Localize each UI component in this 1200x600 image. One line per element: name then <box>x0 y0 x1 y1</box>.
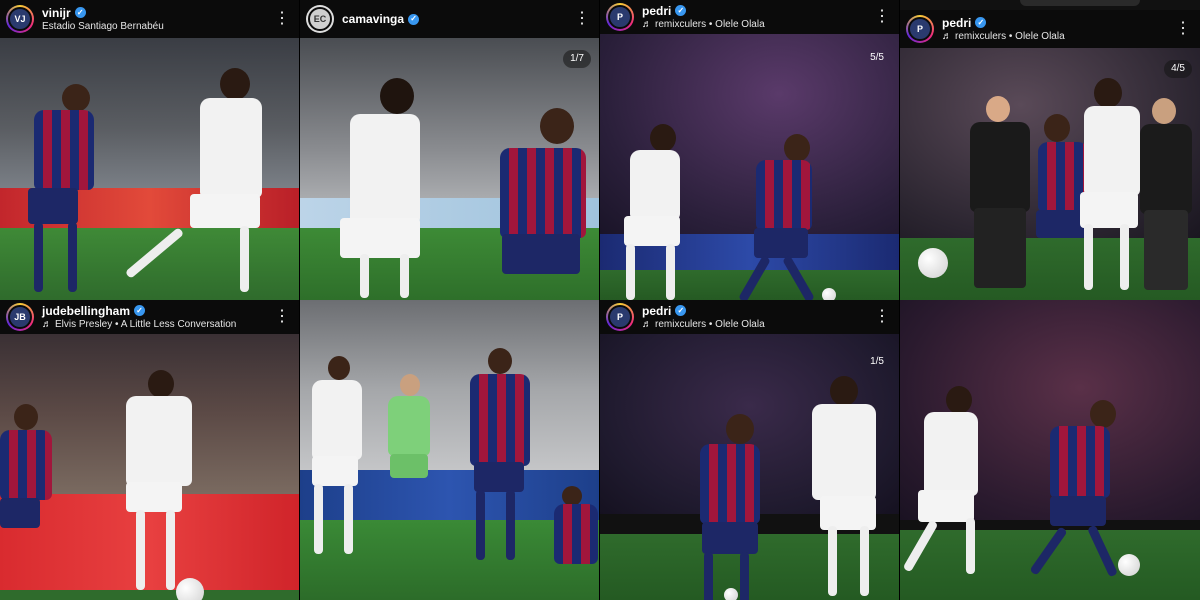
player-figure <box>124 68 270 298</box>
avatar[interactable]: JB <box>6 303 34 331</box>
post-tile-camavinga[interactable]: EC camavinga ✓ ⋮ 1/7 <box>300 0 599 300</box>
post-header: JB judebellingham ✓ ♬ Elvis Presley • A … <box>0 300 299 334</box>
post-header: P pedri ✓ ♬ remixculers • Olele Olala ⋮ <box>900 10 1200 48</box>
more-options-button[interactable]: ⋮ <box>1174 21 1192 37</box>
player-figure <box>450 108 590 298</box>
player-figure <box>630 414 780 600</box>
music-note-icon: ♬ <box>42 318 52 330</box>
audio-track[interactable]: remixculers • Olele Olala <box>655 318 765 331</box>
player-figure <box>554 486 598 576</box>
avatar[interactable]: P <box>606 303 634 331</box>
username[interactable]: pedri <box>942 16 971 30</box>
post-tile-judebellingham[interactable]: JB judebellingham ✓ ♬ Elvis Presley • A … <box>0 300 299 600</box>
post-photo[interactable] <box>900 48 1200 300</box>
carousel-counter: 1/7 <box>563 50 591 68</box>
football <box>176 578 204 600</box>
post-photo[interactable] <box>300 38 599 300</box>
player-figure <box>1020 400 1140 580</box>
player-figure <box>304 356 368 566</box>
post-header: P pedri ✓ ♬ remixculers • Olele Olala ⋮ <box>600 0 899 34</box>
post-location[interactable]: Estadio Santiago Bernabéu <box>42 20 273 33</box>
audio-track[interactable]: Elvis Presley • A Little Less Conversati… <box>55 318 236 331</box>
avatar[interactable]: P <box>606 3 634 31</box>
username[interactable]: judebellingham <box>42 304 130 318</box>
post-tile-pedri[interactable]: P pedri ✓ ♬ remixculers • Olele Olala ⋮ … <box>600 0 899 300</box>
music-note-icon: ♬ <box>942 30 952 42</box>
carousel-counter: 1/5 <box>870 356 884 367</box>
football <box>822 288 836 300</box>
player-figure <box>1136 98 1196 298</box>
player-figure <box>720 134 830 300</box>
post-photo[interactable] <box>0 334 299 600</box>
verified-badge-icon: ✓ <box>975 17 987 28</box>
username[interactable]: vinijr <box>42 6 71 20</box>
player-figure <box>96 370 216 600</box>
football <box>1118 554 1140 576</box>
carousel-counter: 5/5 <box>870 52 884 63</box>
more-options-button[interactable]: ⋮ <box>873 309 891 325</box>
player-figure <box>10 78 100 298</box>
post-tile-photo[interactable] <box>300 300 599 600</box>
player-figure <box>320 78 430 298</box>
post-header: VJ vinijr ✓ Estadio Santiago Bernabéu ⋮ <box>0 0 299 38</box>
audio-track[interactable]: remixculers • Olele Olala <box>655 18 765 31</box>
music-note-icon: ♬ <box>642 18 652 30</box>
post-header: EC camavinga ✓ ⋮ <box>300 0 599 38</box>
username[interactable]: camavinga <box>342 12 404 26</box>
carousel-counter: 4/5 <box>1164 60 1192 78</box>
avatar[interactable]: P <box>906 15 934 43</box>
post-photo[interactable] <box>600 334 899 600</box>
player-figure <box>610 124 690 300</box>
player-figure <box>902 386 996 586</box>
football <box>724 588 738 600</box>
post-photo[interactable] <box>0 38 299 300</box>
more-options-button[interactable]: ⋮ <box>273 309 291 325</box>
verified-badge-icon: ✓ <box>675 305 687 316</box>
player-figure <box>384 374 434 534</box>
player-figure <box>460 348 540 568</box>
audio-track[interactable]: remixculers • Olele Olala <box>955 30 1065 43</box>
post-photo[interactable] <box>900 300 1200 600</box>
player-figure <box>806 376 896 600</box>
post-tile-pedri[interactable]: P pedri ✓ ♬ remixculers • Olele Olala ⋮ … <box>900 0 1200 300</box>
post-header: P pedri ✓ ♬ remixculers • Olele Olala ⋮ <box>600 300 899 334</box>
post-photo[interactable] <box>300 300 599 600</box>
username[interactable]: pedri <box>642 4 671 18</box>
post-tile-pedri[interactable]: P pedri ✓ ♬ remixculers • Olele Olala ⋮ … <box>600 300 899 600</box>
more-options-button[interactable]: ⋮ <box>573 11 591 27</box>
verified-badge-icon: ✓ <box>74 7 86 18</box>
post-tile-photo[interactable] <box>900 300 1200 600</box>
music-note-icon: ♬ <box>642 318 652 330</box>
avatar[interactable]: VJ <box>6 5 34 33</box>
avatar[interactable]: EC <box>306 5 334 33</box>
more-options-button[interactable]: ⋮ <box>273 11 291 27</box>
verified-badge-icon: ✓ <box>675 5 687 16</box>
football <box>918 248 948 278</box>
verified-badge-icon: ✓ <box>408 13 420 25</box>
post-tile-vinijr[interactable]: VJ vinijr ✓ Estadio Santiago Bernabéu ⋮ <box>0 0 299 300</box>
more-options-button[interactable]: ⋮ <box>873 9 891 25</box>
verified-badge-icon: ✓ <box>134 305 146 316</box>
username[interactable]: pedri <box>642 304 671 318</box>
post-photo[interactable] <box>600 34 899 300</box>
player-figure <box>0 404 60 594</box>
